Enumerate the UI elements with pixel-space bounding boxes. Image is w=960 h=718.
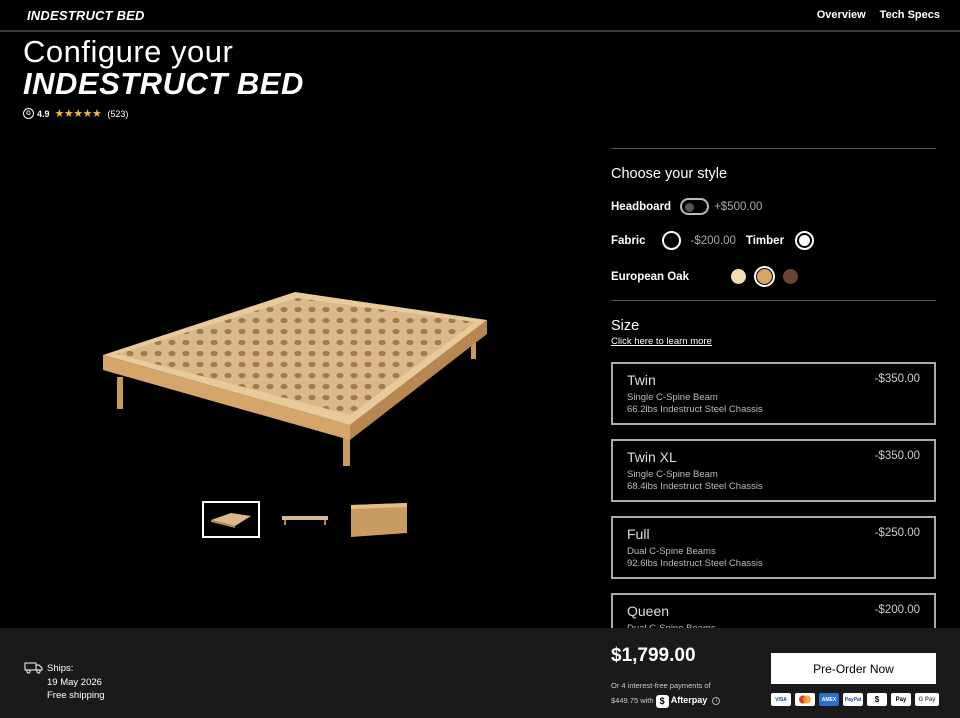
product-image	[103, 292, 487, 466]
size-detail: Dual C-Spine Beams	[627, 546, 716, 557]
checkout-bar: Ships: 19 May 2026 Free shipping $1,799.…	[0, 628, 960, 718]
page: INDESTRUCT BED Overview Tech Specs Confi…	[0, 0, 960, 718]
toggle-knob	[685, 202, 695, 212]
size-learn-more-link[interactable]: Click here to learn more	[611, 336, 712, 347]
truck-icon	[24, 662, 43, 674]
headboard-row: Headboard +$500.00	[611, 198, 762, 215]
swatch-european-oak-fill	[756, 269, 772, 284]
thumbnail-angle[interactable]	[202, 501, 260, 538]
nav-link-overview[interactable]: Overview	[817, 9, 866, 21]
swatch-walnut-fill	[782, 269, 798, 284]
fabric-label: Fabric	[611, 234, 646, 247]
size-detail: Single C-Spine Beam	[627, 392, 718, 403]
rating-stars: ★★★★★	[54, 108, 102, 120]
material-row: Fabric -$200.00 Timber	[611, 231, 815, 250]
size-option-full[interactable]: Full Dual C-Spine Beams 92.6lbs Indestru…	[611, 516, 936, 579]
size-price: -$200.00	[874, 604, 920, 616]
size-price: -$350.00	[874, 373, 920, 385]
size-name: Queen	[627, 603, 670, 619]
divider	[611, 300, 936, 301]
size-price: -$250.00	[874, 527, 920, 539]
payment-methods: VISA AMEX PayPal $ Pay G Pay	[771, 693, 939, 706]
amex-icon: AMEX	[819, 693, 839, 706]
timber-label: Timber	[745, 234, 785, 247]
swatch-walnut[interactable]	[780, 266, 801, 287]
ship-date: 19 May 2026	[47, 676, 102, 688]
shipping-cost: Free shipping	[47, 690, 105, 701]
cashapp-icon: $	[867, 693, 887, 706]
installment-amount: $449.75 with	[611, 696, 654, 705]
preorder-button[interactable]: Pre-Order Now	[771, 653, 936, 684]
size-weight: 68.4lbs Indestruct Steel Chassis	[627, 481, 763, 492]
size-option-twin[interactable]: Twin Single C-Spine Beam 66.2lbs Indestr…	[611, 362, 936, 425]
headboard-label: Headboard	[611, 200, 672, 213]
installment-info: Or 4 interest-free payments of $449.75 w…	[611, 678, 721, 708]
size-price: -$350.00	[874, 450, 920, 462]
thumbnail-strip	[202, 501, 408, 538]
size-name: Twin XL	[627, 449, 677, 465]
visa-icon: VISA	[771, 693, 791, 706]
radio-selected-dot	[799, 235, 811, 246]
thumbnail-closeup[interactable]	[350, 501, 408, 538]
size-name: Twin	[627, 372, 656, 388]
wood-label: European Oak	[611, 270, 689, 283]
info-icon[interactable]: i	[712, 697, 721, 706]
headboard-price: +$500.00	[714, 200, 763, 213]
size-name: Full	[627, 526, 650, 542]
fabric-price: -$200.00	[690, 234, 736, 247]
thumbnail-side[interactable]	[276, 501, 334, 538]
divider	[611, 148, 936, 149]
rating-score: 4.9	[37, 108, 50, 119]
afterpay-label: Afterpay	[670, 695, 708, 705]
brand-logo[interactable]: INDESTRUCT BED	[27, 8, 145, 23]
swatch-light-oak[interactable]	[728, 266, 749, 287]
headboard-toggle[interactable]	[680, 198, 710, 215]
swatch-light-oak-fill	[730, 269, 746, 284]
nav-links: Overview Tech Specs	[817, 9, 940, 21]
rating-summary[interactable]: G 4.9 ★★★★★ (523)	[23, 107, 128, 120]
review-badge-icon: G	[23, 108, 34, 119]
installment-text: Or 4 interest-free payments of	[611, 681, 711, 690]
google-pay-icon: G Pay	[915, 693, 939, 706]
ships-label: Ships:	[47, 663, 74, 674]
timber-radio[interactable]	[795, 231, 815, 250]
review-count: (523)	[107, 108, 129, 119]
style-section-title: Choose your style	[611, 166, 728, 182]
size-weight: 92.6lbs Indestruct Steel Chassis	[627, 558, 763, 569]
top-nav: INDESTRUCT BED Overview Tech Specs	[0, 0, 960, 32]
paypal-icon: PayPal	[843, 693, 863, 706]
wood-swatches	[728, 266, 801, 287]
total-price: $1,799.00	[611, 645, 696, 666]
shipping-info: Ships: 19 May 2026 Free shipping	[47, 662, 105, 703]
wood-row: European Oak	[611, 266, 801, 287]
afterpay-icon: $	[655, 694, 669, 708]
page-title: Configure your	[23, 34, 234, 69]
swatch-european-oak[interactable]	[753, 266, 775, 287]
size-weight: 66.2lbs Indestruct Steel Chassis	[627, 404, 763, 415]
size-option-twin-xl[interactable]: Twin XL Single C-Spine Beam 68.4lbs Inde…	[611, 439, 936, 502]
size-section-title: Size	[611, 318, 640, 334]
apple-pay-icon: Pay	[891, 693, 911, 706]
fabric-radio[interactable]	[661, 231, 681, 250]
product-name: INDESTRUCT BED	[23, 66, 304, 101]
nav-link-tech-specs[interactable]: Tech Specs	[880, 9, 940, 21]
mastercard-icon	[795, 693, 815, 706]
size-detail: Single C-Spine Beam	[627, 469, 718, 480]
